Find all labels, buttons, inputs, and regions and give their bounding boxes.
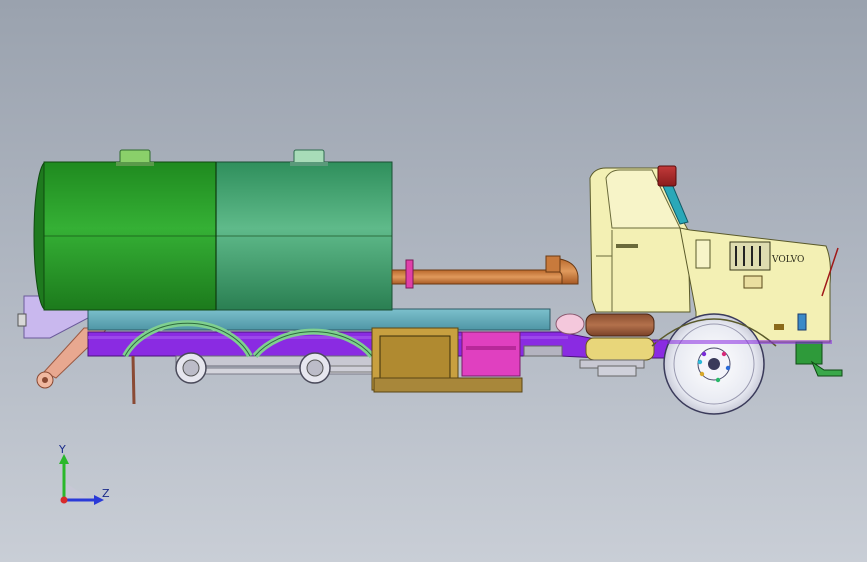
truck-model[interactable]: VOLVO xyxy=(0,0,867,562)
vacuum-tank[interactable] xyxy=(33,149,393,311)
cab-badge: VOLVO xyxy=(771,255,804,265)
triad-y-label: Y xyxy=(59,443,66,456)
coordinate-triad xyxy=(59,454,104,505)
suction-pipe[interactable] xyxy=(391,255,579,289)
cad-viewport[interactable]: VOLVO Y Z xyxy=(0,0,867,562)
front-bumper-bar xyxy=(656,340,832,344)
origin-icon xyxy=(64,482,92,500)
rear-axle-assembly[interactable] xyxy=(175,352,387,384)
triad-z-label: Z xyxy=(102,487,110,500)
